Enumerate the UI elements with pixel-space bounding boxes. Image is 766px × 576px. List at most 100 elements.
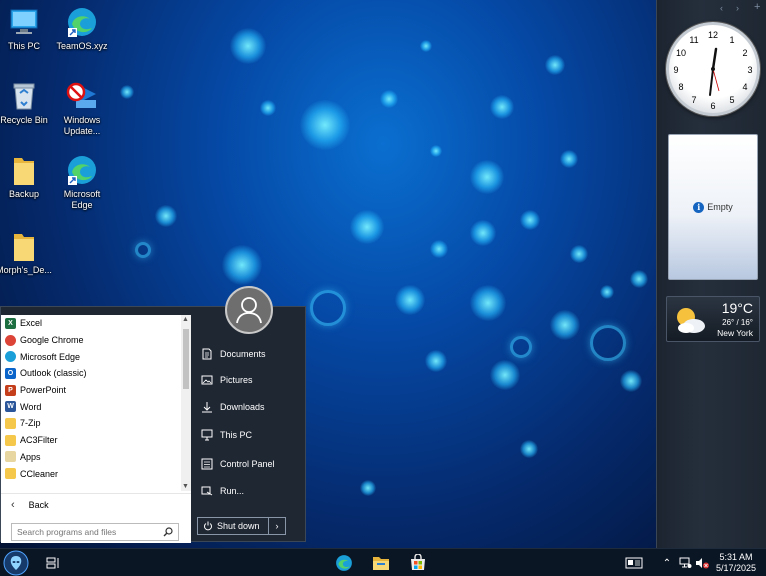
control-panel-icon [201,458,213,470]
shutdown-options-chevron-icon[interactable]: › [269,521,285,531]
apps-folder-icon [5,451,16,463]
desktop-icon-this-pc[interactable]: This PC [0,6,54,52]
recycle-bin-icon [8,80,40,112]
desktop-icon-microsoft-edge[interactable]: Microsoft Edge [52,154,112,211]
program-label: 7-Zip [20,418,41,429]
task-view-icon [46,557,59,569]
place-downloads[interactable]: Downloads [201,398,301,416]
program-item[interactable]: Microsoft Edge [1,348,181,365]
info-icon: i [693,201,705,213]
user-icon [236,297,262,324]
program-item[interactable]: 7-Zip [1,415,181,432]
program-list-scrollbar[interactable]: ▲ ▼ [181,315,191,491]
user-avatar[interactable] [225,286,273,334]
place-documents[interactable]: Documents [201,345,301,363]
outlook-icon: O [5,367,16,379]
document-icon [202,348,212,360]
program-item[interactable]: W Word [1,398,181,415]
task-view-button[interactable] [42,549,64,576]
back-label: Back [28,499,49,510]
folder-icon [8,154,40,186]
program-item[interactable]: Apps [1,449,181,466]
program-list: X Excel Google Chrome Microsoft Edge O Outloo… [1,315,181,482]
clock-number: 9 [673,65,678,75]
place-label: Pictures [220,375,253,385]
program-item[interactable]: CCleaner [1,465,181,482]
word-icon: W [5,401,16,413]
program-item[interactable]: Google Chrome [1,332,181,349]
program-item[interactable]: AC3Filter [1,432,181,449]
clock-face: 12 1 2 3 4 5 6 7 8 9 10 11 [673,30,752,111]
search-box[interactable] [11,523,179,541]
clock-hour-hand [711,47,718,71]
network-status-button[interactable] [677,549,693,576]
weather-city: New York [717,328,753,338]
scrollbar-thumb[interactable] [183,329,189,389]
tray-overflow-chevron-icon[interactable]: ⌃ [660,549,674,576]
folder-icon [8,230,40,262]
edge-icon [66,154,98,186]
taskbar-edge-button[interactable] [331,549,357,576]
powerpoint-icon: P [5,384,16,396]
slideshow-label: Empty [707,202,733,212]
folder-icon [5,468,16,480]
program-item[interactable]: X Excel [1,315,181,332]
place-pictures[interactable]: Pictures [201,371,301,389]
clock-number: 12 [708,30,718,40]
program-label: AC3Filter [20,435,58,446]
clock-gadget[interactable]: 12 1 2 3 4 5 6 7 8 9 10 11 [666,22,760,116]
download-icon [202,402,212,413]
clock-number: 5 [729,95,734,105]
sidebar-prev-button[interactable]: ‹ [720,3,723,13]
desktop-icon-windows-update[interactable]: Windows Update... [52,80,112,137]
taskbar-store-button[interactable] [405,549,431,576]
clock-number: 10 [676,48,686,58]
weather-temperature: 19°C [721,300,753,316]
place-label: Documents [220,349,266,359]
network-icon [679,557,691,568]
partly-cloudy-icon [677,308,705,333]
clock-minute-hand [709,68,714,96]
clock-number: 8 [678,82,683,92]
place-this-pc[interactable]: This PC [201,426,301,444]
clock-number: 3 [747,65,752,75]
store-icon [411,554,425,570]
desktop-icon-recycle-bin[interactable]: Recycle Bin [0,80,54,126]
search-input[interactable] [17,527,163,537]
start-button[interactable] [0,549,32,576]
desktop-icon-teamos[interactable]: TeamOS.xyz [52,6,112,52]
program-label: CCleaner [20,468,59,479]
tray-time: 5:31 AM [719,552,753,562]
scroll-up-icon[interactable]: ▲ [182,316,189,323]
shutdown-button[interactable]: Shut down [198,518,269,534]
add-gadget-button[interactable]: + [754,1,760,13]
place-label: This PC [220,430,253,440]
desktop-icon-backup[interactable]: Backup [0,154,54,200]
taskbar-news-button[interactable] [622,549,646,576]
sidebar-next-button[interactable]: › [736,3,739,13]
program-label: Microsoft Edge [20,351,81,362]
weather-gadget[interactable]: 19°C 26° / 16° New York [666,296,760,342]
tray-date: 5/17/2025 [715,563,756,573]
picture-icon [201,375,213,385]
start-orb-icon [3,550,29,576]
scroll-down-icon[interactable]: ▼ [182,483,189,490]
slideshow-gadget[interactable]: i Empty [668,134,758,280]
system-clock[interactable]: 5:31 AM 5/17/2025 [716,552,756,574]
desktop-icon-label: TeamOS.xyz [56,41,108,51]
taskbar-file-explorer-button[interactable] [368,549,394,576]
clock-number: 11 [689,35,698,45]
clock-number: 7 [691,95,696,105]
volume-button[interactable] [694,549,710,576]
desktop-icon-morphs[interactable]: Morph's_De... [0,230,54,276]
place-control-panel[interactable]: Control Panel [201,455,301,473]
program-label: Word [20,401,42,412]
shutdown-label: Shut down [217,521,260,531]
program-label: Apps [20,451,41,462]
program-item[interactable]: O Outlook (classic) [1,365,181,382]
shutdown-group: Shut down › [197,517,286,535]
place-run[interactable]: Run... [201,482,301,500]
program-item[interactable]: P PowerPoint [1,382,181,399]
program-label: Google Chrome [20,335,84,346]
back-button[interactable]: ‹ Back [1,493,191,515]
